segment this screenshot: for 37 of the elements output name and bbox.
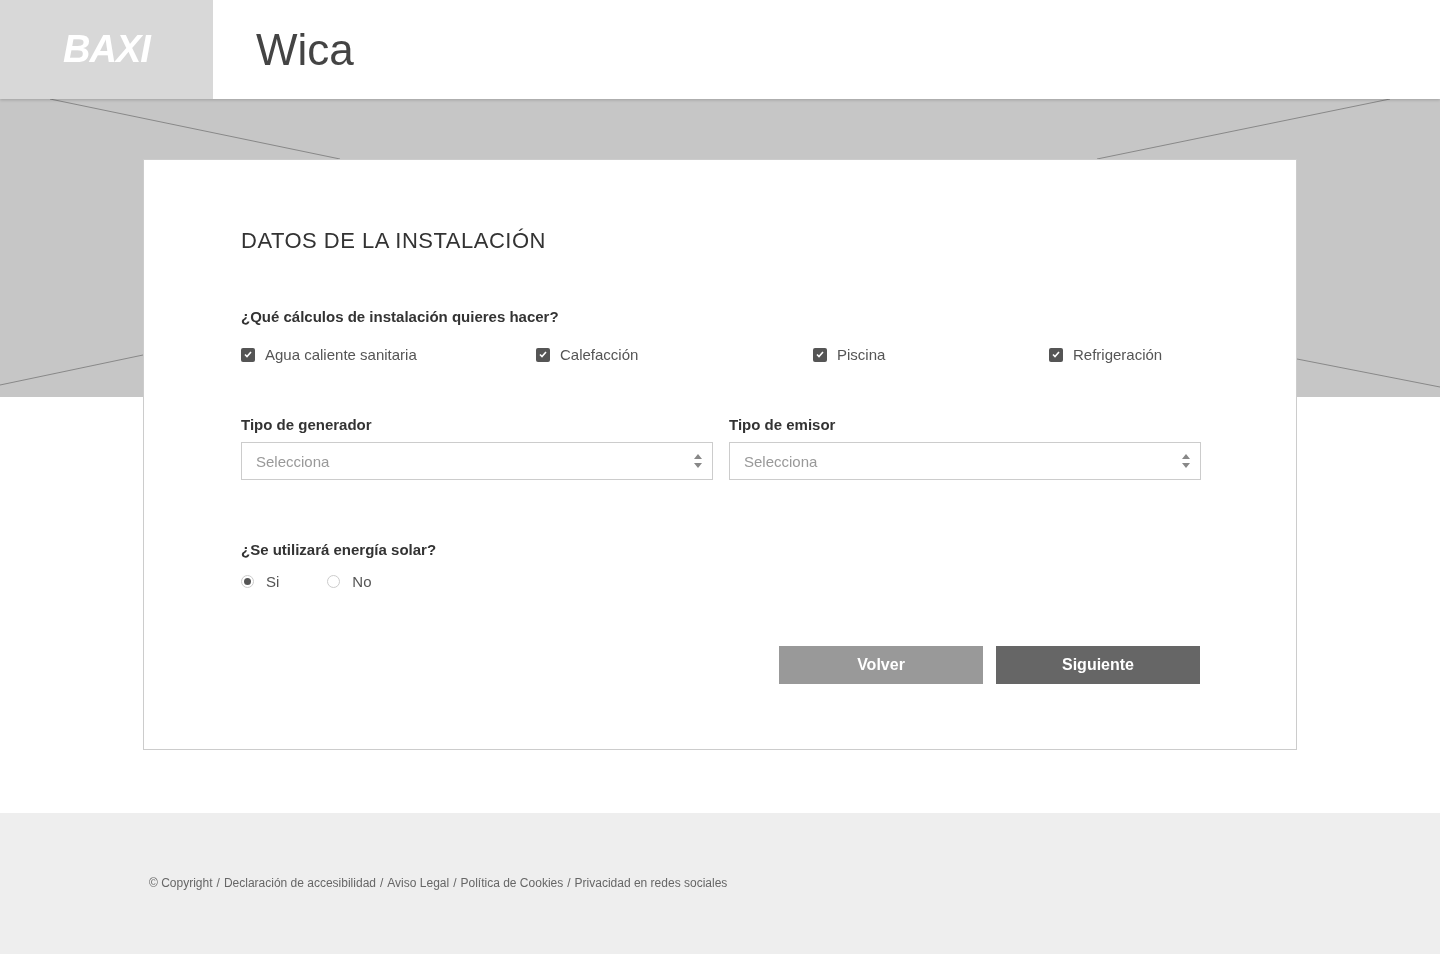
app-title: Wica	[256, 24, 354, 75]
checkbox[interactable]	[241, 347, 255, 362]
checkbox-label: Calefacción	[560, 346, 639, 363]
footer-link[interactable]: Aviso Legal	[387, 876, 450, 890]
question-label: ¿Se utilizará energía solar?	[241, 541, 437, 558]
separator: /	[453, 876, 457, 890]
checkmark-icon	[244, 351, 252, 358]
question-label: ¿Qué cálculos de instalación quieres hacer?	[241, 308, 559, 325]
separator: /	[216, 876, 220, 890]
radio-button[interactable]	[241, 575, 254, 588]
checkbox-label: Refrigeración	[1073, 346, 1163, 363]
sort-arrows-icon	[694, 454, 702, 468]
checkbox[interactable]	[536, 347, 550, 362]
select-field[interactable]: Selecciona	[729, 442, 1201, 480]
radio-button[interactable]	[327, 575, 341, 588]
footer-link[interactable]: Declaración de accesibilidad	[223, 876, 376, 890]
field-label: Tipo de generador	[241, 416, 372, 433]
footer-link[interactable]: Política de Cookies	[460, 876, 564, 890]
checkmark-icon	[816, 351, 824, 358]
checkbox[interactable]	[1049, 347, 1063, 362]
checkbox-label: Piscina	[837, 346, 886, 363]
sort-arrows-icon	[1182, 454, 1190, 468]
checkbox-label: Agua caliente sanitaria	[265, 346, 417, 363]
separator: /	[380, 876, 384, 890]
radio-label: Si	[266, 573, 280, 590]
footer-link[interactable]: Privacidad en redes sociales	[574, 876, 728, 890]
footer-link[interactable]: © Copyright	[149, 876, 213, 890]
separator: /	[567, 876, 571, 890]
checkbox[interactable]	[813, 347, 827, 362]
radio-label: No	[352, 573, 372, 590]
select-field[interactable]: Selecciona	[241, 442, 713, 480]
field-label: Tipo de emisor	[729, 416, 836, 433]
checkmark-icon	[1052, 351, 1060, 358]
form-title: DATOS DE LA INSTALACIÓN	[241, 228, 546, 254]
checkmark-icon	[539, 351, 547, 358]
back-button[interactable]: Volver	[779, 646, 983, 684]
next-button[interactable]: Siguiente	[996, 646, 1200, 684]
